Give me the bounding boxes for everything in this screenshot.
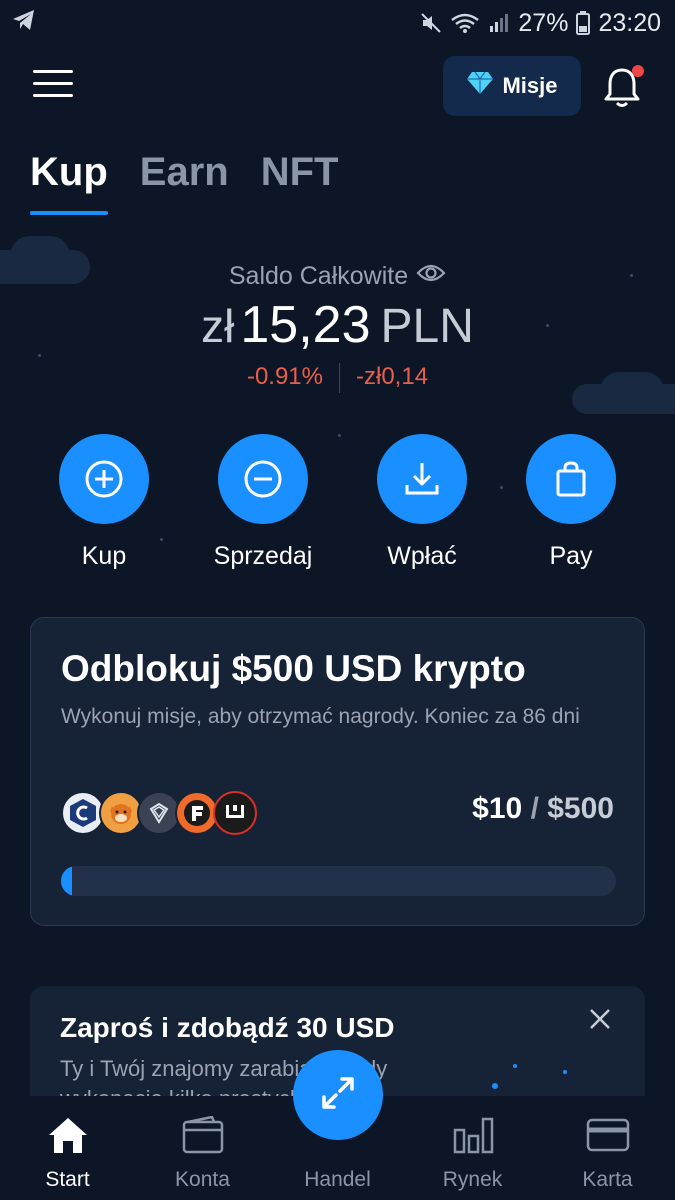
status-bar: 27% 23:20 <box>0 0 675 46</box>
balance-section: Saldo Całkowite zł 15,23 PLN -0.91% -zł0… <box>0 262 675 393</box>
notification-dot <box>632 65 644 77</box>
wifi-icon <box>450 12 480 34</box>
tab-bar: Kup Earn NFT <box>30 150 338 215</box>
currency-symbol: zł <box>201 300 235 352</box>
tab-nft[interactable]: NFT <box>261 150 339 215</box>
nav-rynek-label: Rynek <box>442 1168 503 1191</box>
menu-icon[interactable] <box>33 70 73 100</box>
nav-konta[interactable]: Konta <box>135 1096 270 1200</box>
deposit-label: Wpłać <box>387 542 457 570</box>
credit-card-icon <box>540 1114 675 1156</box>
missions-button[interactable]: Misje <box>443 56 581 116</box>
change-value: -zł0,14 <box>356 363 429 390</box>
close-icon[interactable] <box>585 1004 615 1034</box>
coin-logo-icon <box>213 791 257 835</box>
battery-percent: 27% <box>518 8 569 37</box>
swap-arrows-icon <box>316 1071 360 1120</box>
signal-icon <box>488 12 510 34</box>
pay-button[interactable]: Pay <box>501 434 641 571</box>
progress-bar <box>61 866 616 896</box>
home-icon <box>0 1114 135 1156</box>
progress-max: $500 <box>547 792 614 825</box>
currency-code: PLN <box>380 300 474 353</box>
eye-icon[interactable] <box>416 262 446 291</box>
bar-chart-icon <box>405 1114 540 1156</box>
missions-label: Misje <box>502 73 558 98</box>
nav-start[interactable]: Start <box>0 1096 135 1200</box>
sell-button[interactable]: Sprzedaj <box>193 434 333 571</box>
plus-circle-icon <box>59 434 149 524</box>
clock: 23:20 <box>598 8 661 37</box>
balance-label: Saldo Całkowite <box>228 262 409 290</box>
pay-label: Pay <box>549 542 593 570</box>
top-bar: Misje <box>0 56 675 116</box>
sell-label: Sprzedaj <box>213 542 313 570</box>
diamond-icon <box>466 71 494 101</box>
progress-fill <box>61 866 73 896</box>
nav-handel-label: Handel <box>304 1168 371 1191</box>
mute-icon <box>420 12 442 34</box>
nav-konta-label: Konta <box>175 1168 230 1191</box>
wallet-icon <box>135 1114 270 1156</box>
minus-circle-icon <box>218 434 308 524</box>
balance-amount: 15,23 <box>240 296 371 354</box>
invite-title: Zaproś i zdobądź 30 USD <box>60 1012 395 1043</box>
balance-value: zł 15,23 PLN <box>0 295 675 355</box>
missions-promo-card[interactable]: Odblokuj $500 USD krypto Wykonuj misje, … <box>30 617 645 926</box>
battery-icon <box>576 11 591 35</box>
buy-label: Kup <box>81 542 127 570</box>
promo-title: Odblokuj $500 USD krypto <box>61 648 526 689</box>
coin-icons <box>61 791 257 835</box>
progress-separator: / <box>530 792 539 825</box>
bell-icon[interactable] <box>600 64 646 110</box>
divider <box>339 363 340 393</box>
deposit-button[interactable]: Wpłać <box>352 434 492 571</box>
tab-earn[interactable]: Earn <box>140 150 229 215</box>
progress-text: $10 / $500 <box>472 792 614 826</box>
progress-current: $10 <box>472 792 523 825</box>
buy-button[interactable]: Kup <box>34 434 174 571</box>
nav-karta[interactable]: Karta <box>540 1096 675 1200</box>
balance-change: -0.91% -zł0,14 <box>0 363 675 393</box>
nav-karta-label: Karta <box>582 1168 633 1191</box>
promo-subtitle: Wykonuj misje, aby otrzymać nagrody. Kon… <box>61 705 580 728</box>
download-icon <box>377 434 467 524</box>
nav-rynek[interactable]: Rynek <box>405 1096 540 1200</box>
nav-start-label: Start <box>45 1168 90 1191</box>
change-percent: -0.91% <box>246 363 323 390</box>
tab-kup[interactable]: Kup <box>30 150 108 215</box>
telegram-icon <box>12 9 36 38</box>
shopping-bag-icon <box>526 434 616 524</box>
balance-label-row: Saldo Całkowite <box>229 262 446 291</box>
trade-fab[interactable] <box>293 1050 383 1140</box>
